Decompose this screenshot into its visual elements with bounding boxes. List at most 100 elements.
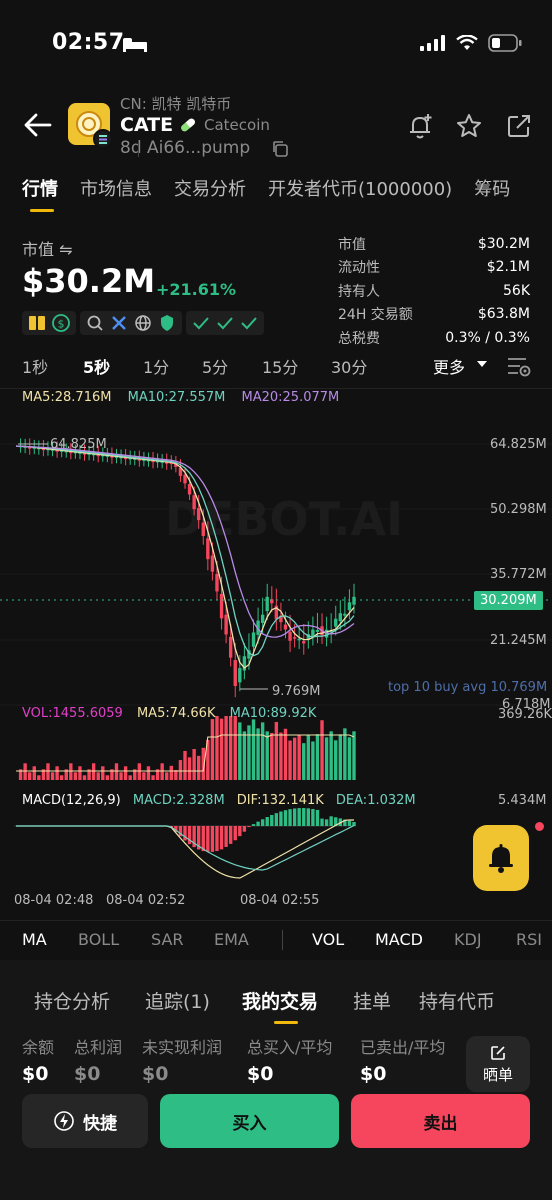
tab-developer-tokens[interactable]: 开发者代币(1000000) (268, 175, 452, 201)
volume-bar (260, 722, 265, 780)
macd-bar (242, 826, 247, 832)
alert-add-icon[interactable] (406, 112, 434, 140)
book-icon[interactable] (27, 314, 47, 332)
macd-bar (297, 808, 301, 826)
chevron-down-icon[interactable] (477, 361, 487, 369)
volume-bar (274, 722, 279, 780)
tab-position-analysis[interactable]: 持仓分析 (34, 987, 110, 1014)
volume-bar (46, 763, 50, 780)
interval-5m[interactable]: 5分 (202, 354, 228, 378)
x-twitter-icon[interactable] (109, 313, 129, 333)
macd-bar (260, 819, 265, 826)
indicator-boll[interactable]: BOLL (78, 930, 119, 949)
volume-bar (55, 766, 59, 780)
volume-bar (302, 743, 306, 780)
tab-my-trades[interactable]: 我的交易 (242, 987, 318, 1014)
check-icon (241, 317, 257, 330)
indicator-ma[interactable]: MA (22, 930, 47, 949)
token-stats: 市值 $30.2M 流动性 $2.1M 持有人 56K 24H 交易额 $63.8M 总… (338, 232, 530, 350)
volume-bar (165, 772, 169, 780)
search-icon[interactable] (85, 313, 105, 333)
indicator-separator (282, 930, 283, 950)
volume-bar (73, 772, 78, 780)
total-buy-label: 总买入/平均 (247, 1038, 333, 1057)
dollar-icon[interactable]: $ (51, 313, 71, 333)
indicator-vol[interactable]: VOL (312, 930, 344, 949)
tab-trade-analysis[interactable]: 交易分析 (174, 175, 246, 201)
volume-bar (128, 775, 132, 780)
chart-settings-icon[interactable] (506, 353, 532, 379)
indicator-kdj[interactable]: KDJ (454, 930, 482, 949)
price-chart[interactable]: DEBOT.AI (0, 405, 552, 895)
share-icon[interactable] (505, 112, 533, 140)
token-cn-name: CN: 凯特 凯特币 (120, 95, 232, 113)
globe-icon[interactable] (133, 313, 153, 333)
tab-tracking[interactable]: 追踪(1) (145, 987, 210, 1014)
token-address[interactable]: Ai66...pump (147, 138, 250, 158)
volume-bar (192, 749, 196, 780)
macd-bar (247, 826, 251, 828)
low-label: 9.769M (272, 684, 321, 699)
candle-body (224, 614, 228, 635)
tab-holding-tokens[interactable]: 持有代币 (419, 987, 495, 1014)
macd-bar (251, 824, 256, 826)
indicator-macd[interactable]: MACD (375, 930, 423, 949)
price-alert-button[interactable] (473, 825, 529, 891)
buy-button[interactable]: 买入 (160, 1094, 339, 1148)
sold-label: 已卖出/平均 (360, 1038, 446, 1057)
candle-body (260, 614, 265, 623)
indicator-rsi[interactable]: RSI (516, 930, 542, 949)
indicator-sar[interactable]: SAR (151, 930, 184, 949)
interval-1m[interactable]: 1分 (143, 354, 169, 378)
interval-15m[interactable]: 15分 (262, 354, 298, 378)
tab-chips[interactable]: 筹码 (474, 175, 510, 201)
chart-grid (0, 443, 552, 706)
volume-bar (311, 741, 315, 780)
unrealized-profit-value: $0 (142, 1063, 169, 1085)
ma-legend: MA5:28.716M MA10:27.557M MA20:25.077M (22, 390, 339, 405)
balance-value: $0 (22, 1063, 49, 1085)
vol-ma10: MA10:89.92K (229, 706, 317, 721)
volume-bar (178, 760, 183, 780)
volume-bars (16, 716, 356, 780)
interval-more[interactable]: 更多 (433, 354, 465, 378)
tab-market[interactable]: 行情 (22, 175, 58, 201)
volume-bar (78, 766, 82, 780)
volume-bar (242, 731, 247, 780)
volume-bar (265, 731, 269, 780)
time-axis-label: 08-04 02:55 (240, 893, 320, 908)
back-icon[interactable] (22, 110, 54, 140)
interval-30m[interactable]: 30分 (331, 354, 367, 378)
interval-5s[interactable]: 5秒 (83, 354, 110, 378)
market-cap-value: $30.2M (22, 262, 156, 300)
ma20-value: MA20:25.077M (241, 390, 340, 405)
badge-group-2 (80, 311, 182, 335)
indicator-ema[interactable]: EMA (214, 930, 249, 949)
macd-bar (206, 826, 210, 852)
copy-icon[interactable] (271, 140, 289, 162)
volume-bar (151, 775, 155, 780)
share-trade-button[interactable]: 晒单 (466, 1036, 530, 1092)
volume-bar (69, 763, 73, 780)
market-cap-label[interactable]: 市值 ⇋ (22, 236, 73, 260)
quick-trade-label: 快捷 (83, 1113, 117, 1134)
quick-trade-button[interactable]: 快捷 (22, 1094, 148, 1148)
volume-bar (82, 775, 87, 780)
shield-icon[interactable] (157, 313, 177, 333)
badge-row: $ (22, 311, 264, 335)
price-axis-label: 50.298M (490, 502, 547, 517)
lightning-icon (54, 1111, 74, 1131)
macd-bar (274, 813, 279, 826)
volume-bar (238, 722, 242, 780)
bell-icon (489, 844, 513, 873)
star-icon[interactable] (455, 112, 483, 140)
sell-button[interactable]: 卖出 (351, 1094, 530, 1148)
tab-market-info[interactable]: 市场信息 (80, 175, 152, 201)
volume-bar (352, 731, 356, 780)
volume-bar (306, 734, 311, 780)
volume-bar (329, 731, 333, 780)
candle-body (265, 596, 269, 612)
interval-1s[interactable]: 1秒 (22, 354, 48, 378)
tab-open-orders[interactable]: 挂单 (353, 987, 391, 1014)
top10-avg-note: top 10 buy avg 10.769M (388, 680, 548, 695)
